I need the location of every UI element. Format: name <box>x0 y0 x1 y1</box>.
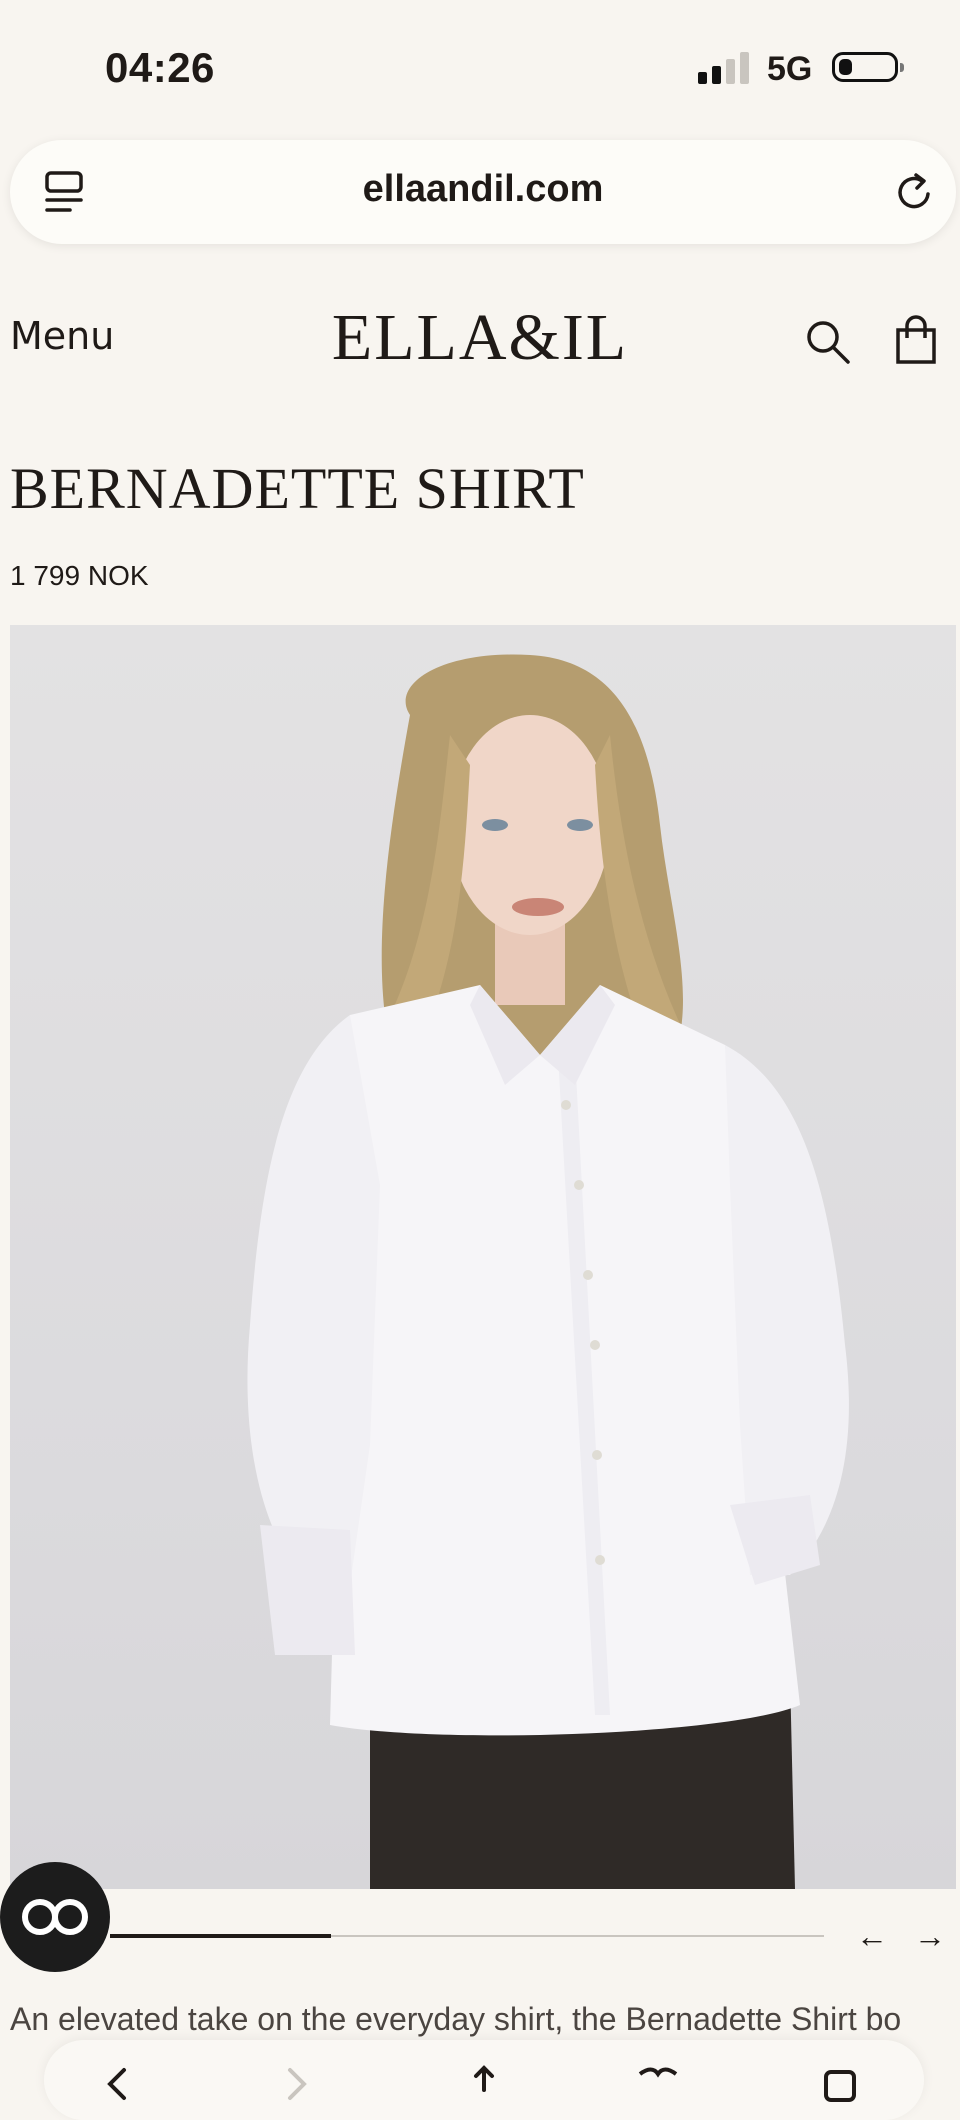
gallery-progress-track[interactable] <box>110 1934 824 1938</box>
gallery-next-button[interactable]: → <box>914 1918 946 1955</box>
shopping-bag-icon[interactable] <box>894 314 938 366</box>
reload-icon[interactable] <box>892 170 936 214</box>
ar-view-button[interactable] <box>0 1862 110 1972</box>
gallery-prev-button[interactable]: ← <box>856 1918 888 1955</box>
browser-toolbar <box>44 2040 924 2120</box>
gallery-progress-fill <box>110 1934 332 1938</box>
battery-icon <box>832 52 904 82</box>
ar-glasses-icon <box>22 1899 88 1935</box>
status-bar: 04:26 5G <box>0 0 960 130</box>
product-photo <box>247 654 849 1889</box>
forward-icon[interactable] <box>274 2064 318 2104</box>
product-price: 1 799 NOK <box>10 560 149 591</box>
site-header: Menu ELLA&IL <box>0 290 960 390</box>
share-icon[interactable] <box>462 2064 506 2104</box>
network-label: 5G <box>767 50 813 88</box>
product-title: BERNADETTE SHIRT <box>10 456 585 521</box>
clock: 04:26 <box>105 44 215 91</box>
back-icon[interactable] <box>96 2064 140 2104</box>
address-bar[interactable]: ellaandil.com <box>10 140 956 244</box>
product-image[interactable] <box>10 625 956 1889</box>
search-icon[interactable] <box>804 318 852 366</box>
bookmarks-icon[interactable] <box>636 2064 680 2104</box>
product-description: An elevated take on the everyday shirt, … <box>10 2001 902 2037</box>
signal-icon <box>698 52 752 84</box>
tabs-overview-icon[interactable] <box>820 2064 864 2104</box>
url-text[interactable]: ellaandil.com <box>10 168 956 211</box>
